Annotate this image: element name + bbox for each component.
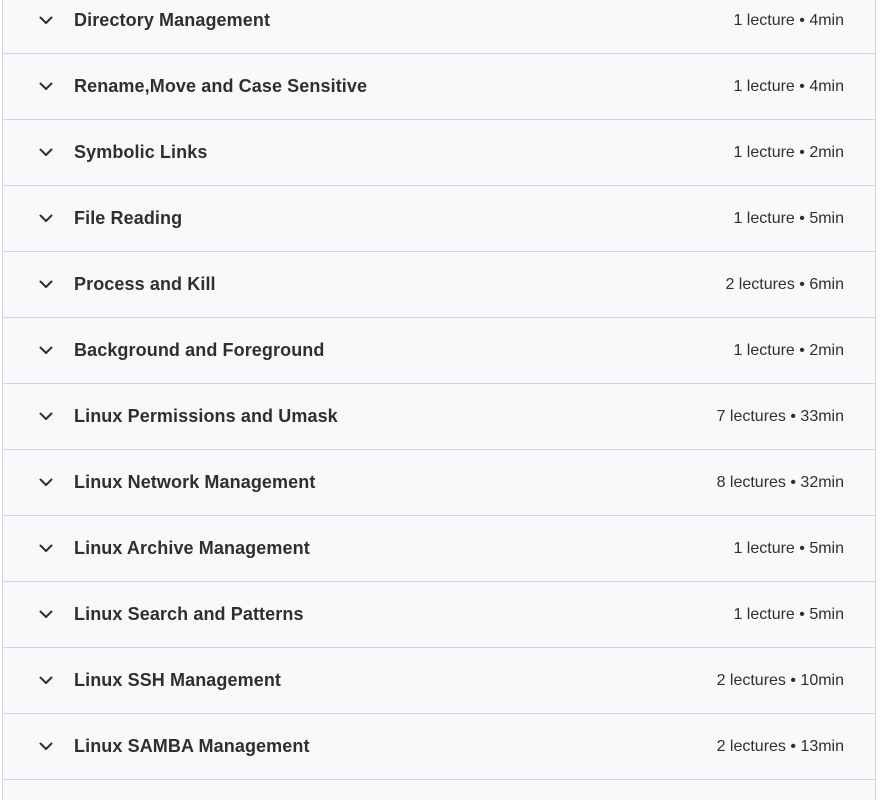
section-title: Linux Permissions and Umask (74, 406, 338, 426)
section-background-and-foreground[interactable]: Background and Foreground 1 lecture • 2m… (3, 318, 875, 384)
section-title: Linux SSH Management (74, 670, 282, 690)
section-symbolic-links[interactable]: Symbolic Links 1 lecture • 2min (3, 120, 875, 186)
section-meta: 2 lectures • 6min (725, 275, 844, 293)
section-title: File Reading (74, 208, 183, 228)
section-meta: 1 lecture • 2min (733, 341, 844, 359)
chevron-down-icon[interactable] (37, 540, 55, 558)
section-meta: 7 lectures • 33min (716, 407, 844, 425)
section-meta: 1 lecture • 5min (733, 539, 844, 557)
chevron-down-icon[interactable] (37, 144, 55, 162)
chevron-down-icon[interactable] (37, 276, 55, 294)
section-meta: 1 lecture • 5min (733, 209, 844, 227)
chevron-down-icon[interactable] (37, 408, 55, 426)
chevron-down-icon[interactable] (37, 12, 55, 30)
section-meta: 2 lectures • 13min (716, 737, 844, 755)
chevron-down-icon[interactable] (37, 210, 55, 228)
section-linux-archive-management[interactable]: Linux Archive Management 1 lecture • 5mi… (3, 516, 875, 582)
section-title: Linux Search and Patterns (74, 604, 304, 624)
chevron-down-icon[interactable] (37, 342, 55, 360)
section-meta: 8 lectures • 32min (716, 473, 844, 491)
section-linux-ssh-management[interactable]: Linux SSH Management 2 lectures • 10min (3, 648, 875, 714)
section-title: Symbolic Links (74, 142, 208, 162)
section-title: Linux Archive Management (74, 538, 310, 558)
curriculum-accordion: Directory Management 1 lecture • 4min Re… (2, 0, 876, 800)
section-title: Linux SAMBA Management (74, 736, 310, 756)
section-meta: 1 lecture • 4min (733, 77, 844, 95)
section-rename-move-case-sensitive[interactable]: Rename,Move and Case Sensitive 1 lecture… (3, 54, 875, 120)
section-directory-management[interactable]: Directory Management 1 lecture • 4min (3, 0, 875, 54)
section-meta: 2 lectures • 10min (716, 671, 844, 689)
section-title: Process and Kill (74, 274, 216, 294)
section-linux-samba-management[interactable]: Linux SAMBA Management 2 lectures • 13mi… (3, 714, 875, 780)
section-linux-network-management[interactable]: Linux Network Management 8 lectures • 32… (3, 450, 875, 516)
section-linux-search-and-patterns[interactable]: Linux Search and Patterns 1 lecture • 5m… (3, 582, 875, 648)
chevron-down-icon[interactable] (37, 606, 55, 624)
chevron-down-icon[interactable] (37, 672, 55, 690)
chevron-down-icon[interactable] (37, 738, 55, 756)
section-next-partial[interactable] (3, 780, 875, 800)
section-title: Rename,Move and Case Sensitive (74, 76, 368, 96)
section-title: Background and Foreground (74, 340, 325, 360)
section-process-and-kill[interactable]: Process and Kill 2 lectures • 6min (3, 252, 875, 318)
section-meta: 1 lecture • 2min (733, 143, 844, 161)
section-title: Directory Management (74, 10, 271, 30)
section-file-reading[interactable]: File Reading 1 lecture • 5min (3, 186, 875, 252)
section-linux-permissions-and-umask[interactable]: Linux Permissions and Umask 7 lectures •… (3, 384, 875, 450)
chevron-down-icon[interactable] (37, 78, 55, 96)
section-title: Linux Network Management (74, 472, 316, 492)
section-meta: 1 lecture • 5min (733, 605, 844, 623)
chevron-down-icon[interactable] (37, 474, 55, 492)
section-meta: 1 lecture • 4min (733, 11, 844, 29)
